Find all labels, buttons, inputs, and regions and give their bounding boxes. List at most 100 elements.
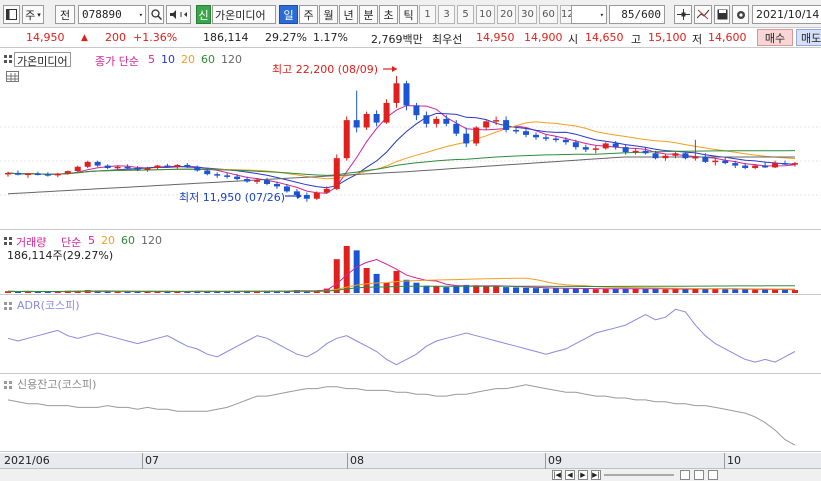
candle-body <box>413 105 420 116</box>
period-tab-2[interactable]: 월 <box>319 5 338 24</box>
candle-body <box>742 165 749 169</box>
candle-body <box>154 165 161 169</box>
volume-bar <box>423 285 430 293</box>
candle-body <box>373 113 380 123</box>
speaker-icon <box>169 10 187 19</box>
type-select[interactable]: 전 <box>55 5 75 24</box>
period-tab-4[interactable]: 분 <box>359 5 378 24</box>
crosshair-button[interactable] <box>674 5 692 24</box>
tools-icon <box>696 9 709 20</box>
prev-page-button[interactable]: ◀ <box>565 470 575 480</box>
candle-body <box>513 129 520 132</box>
volume-bar <box>632 288 639 293</box>
month-separator <box>724 453 725 469</box>
interval-button-1[interactable]: 1 <box>419 5 436 24</box>
adr-panel: ADR(코스피) <box>0 296 821 374</box>
candle-body <box>572 142 579 148</box>
interval-button-5[interactable]: 5 <box>457 5 474 24</box>
layout-icon[interactable] <box>3 5 20 24</box>
stock-name-display: 가온미디어 <box>212 5 276 24</box>
volume-bar <box>453 286 460 293</box>
candle-body <box>772 163 779 168</box>
candle-body <box>383 102 390 123</box>
candle-body <box>254 180 261 182</box>
candle-body <box>204 170 211 175</box>
x-axis-label: 07 <box>145 454 159 467</box>
candle-body <box>74 166 81 172</box>
price-change: 200 <box>105 31 126 44</box>
volume-bar <box>503 287 510 293</box>
candle-body <box>184 164 191 167</box>
candle-body <box>24 173 31 176</box>
credit-badge-label: 신 <box>198 8 209 22</box>
volume-bar <box>782 289 789 293</box>
candle-body <box>453 123 460 134</box>
save-button[interactable] <box>714 5 730 24</box>
zoom-out-button[interactable] <box>680 470 690 480</box>
volume-bar <box>513 287 520 293</box>
price-summary-bar: 14,950 ▲ 200 +1.36% 186,114 29.27% 1.17%… <box>0 28 821 48</box>
x-axis: 2021/06 07 08 09 10 <box>0 453 821 469</box>
tools-button[interactable] <box>694 5 712 24</box>
candle-body <box>642 150 649 154</box>
stock-code-input[interactable]: 078890 ▾ <box>78 5 146 24</box>
candle-body <box>433 118 440 124</box>
low-price: 14,600 <box>708 31 747 44</box>
candle-body <box>323 188 330 193</box>
interval-button-60[interactable]: 60 <box>539 5 558 24</box>
count-input[interactable]: 85/600 <box>609 5 665 24</box>
volume-bar <box>523 287 530 293</box>
date-input[interactable]: 2021/10/14 <box>752 5 821 24</box>
volume-bar <box>722 289 729 293</box>
fit-button[interactable] <box>708 470 718 480</box>
volume-bar <box>732 289 739 293</box>
volume-bar <box>483 286 490 293</box>
period-tab-3[interactable]: 년 <box>339 5 358 24</box>
best-quote-label: 최우선 <box>432 33 463 46</box>
last-page-button[interactable]: ▶| <box>591 470 601 480</box>
sell-button[interactable]: 매도 <box>796 29 821 46</box>
candle-body <box>762 165 769 168</box>
search-button[interactable] <box>148 5 164 24</box>
period-tab-5[interactable]: 초 <box>379 5 398 24</box>
volume-bar <box>712 288 719 293</box>
candle-body <box>473 127 480 144</box>
candle-body <box>632 150 639 153</box>
ma-5-line <box>7 105 796 194</box>
period-tab-6[interactable]: 틱 <box>399 5 418 24</box>
interval-button-3[interactable]: 3 <box>438 5 455 24</box>
next-page-button[interactable]: ▶ <box>578 470 588 480</box>
settings-button[interactable] <box>732 5 749 24</box>
zoom-in-button[interactable] <box>694 470 704 480</box>
zoom-slider[interactable] <box>604 474 674 476</box>
candle-body <box>84 161 91 167</box>
market-mode-label: 주 <box>25 8 36 22</box>
candle-body <box>782 163 789 165</box>
market-mode-select[interactable]: 주 ▾ <box>22 5 44 24</box>
candle-body <box>313 192 320 199</box>
volume-bar <box>582 288 589 293</box>
spacer-select[interactable]: ▾ <box>571 5 607 24</box>
count-value: 85/600 <box>621 8 661 21</box>
candle-body <box>5 172 11 175</box>
period-tab-1[interactable]: 주 <box>299 5 318 24</box>
candle-body <box>652 153 659 159</box>
sound-button[interactable] <box>166 5 191 24</box>
volume-bar <box>612 288 619 293</box>
period-tab-0[interactable]: 일 <box>279 5 298 24</box>
interval-button-30[interactable]: 30 <box>518 5 537 24</box>
price-change-pct: +1.36% <box>133 31 178 44</box>
candle-body <box>343 120 350 159</box>
volume-bar <box>562 288 569 293</box>
interval-button-10[interactable]: 10 <box>476 5 495 24</box>
candle-body <box>503 120 510 130</box>
candle-body <box>64 171 71 174</box>
buy-button[interactable]: 매수 <box>757 29 793 46</box>
adr-line <box>7 308 796 366</box>
toolbar: 주 ▾ 전 078890 ▾ 신 가온미디어 일주월년분초틱 1 3 5 10 20 30 60… <box>0 0 821 28</box>
chevron-down-icon: ▾ <box>37 10 41 19</box>
arrow-head-icon <box>392 66 397 72</box>
candle-body <box>602 143 609 149</box>
interval-button-20[interactable]: 20 <box>497 5 516 24</box>
first-page-button[interactable]: |◀ <box>552 470 562 480</box>
